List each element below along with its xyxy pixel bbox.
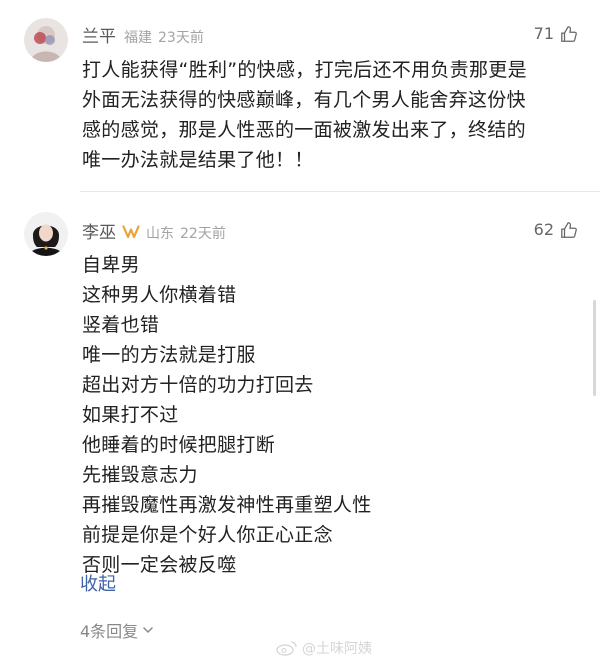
comment-line: 否则一定会被反噬 (82, 554, 237, 576)
comment-line: 这种男人你横着错 (82, 284, 237, 306)
collapse-link[interactable]: 收起 (80, 570, 116, 596)
like-button[interactable]: 62 (534, 220, 578, 239)
comment-text: 自卑男 这种男人你横着错 竖着也错 唯一的方法就是打服 超出对方十倍的功力打回去… (82, 250, 372, 580)
comment-location: 福建 (124, 30, 152, 46)
comment-text: 打人能获得“胜利”的快感，打完后还不用负责那更是 外面无法获得的快感巅峰，有几个… (82, 55, 527, 175)
comment-line: 如果打不过 (82, 404, 179, 426)
comment-line: 外面无法获得的快感巅峰，有几个男人能舍弃这份快 (82, 89, 526, 111)
replies-label: 4条回复 (80, 622, 139, 641)
avatar[interactable] (24, 18, 68, 62)
comment-line: 前提是你是个好人你正心正念 (82, 524, 333, 546)
comment-line: 先摧毁意志力 (82, 464, 198, 486)
commenter-name[interactable]: 李巫 (82, 218, 116, 243)
comment-line: 唯一的方法就是打服 (82, 344, 256, 366)
comment-line: 感的感觉，那是人性恶的一面被激发出来了，终结的 (82, 119, 526, 141)
replies-toggle[interactable]: 4条回复 (80, 618, 154, 642)
weibo-logo-icon (276, 641, 297, 656)
comment-line: 自卑男 (82, 254, 140, 276)
like-count: 62 (533, 220, 554, 239)
user-avatar-icon (24, 18, 68, 62)
like-button[interactable]: 71 (534, 24, 578, 43)
comment-line: 打人能获得“胜利”的快感，打完后还不用负责那更是 (82, 59, 527, 81)
vip-badge-icon (122, 225, 140, 239)
thumbs-up-icon (561, 221, 577, 238)
comment-item: 兰平 福建 23天前 71 打人能获得“胜利”的快感，打完后还不用负责那更是 外… (0, 0, 600, 192)
comment-location: 山东 (146, 226, 174, 242)
watermark-text: @土味阿姨 (302, 641, 372, 657)
commenter-name[interactable]: 兰平 (82, 22, 116, 47)
avatar[interactable] (24, 212, 68, 256)
thumbs-up-icon (561, 25, 577, 42)
comment-line: 他睡着的时候把腿打断 (82, 434, 276, 456)
user-avatar-icon (24, 212, 68, 256)
chevron-down-icon (143, 627, 153, 633)
comment-line: 竖着也错 (82, 314, 160, 336)
comment-line: 再摧毁魔性再激发神性再重塑人性 (82, 494, 372, 516)
watermark: @土味阿姨 (276, 638, 372, 658)
scrollbar[interactable] (593, 300, 596, 396)
comment-line: 唯一办法就是结果了他！！ (82, 149, 314, 171)
comment-time: 23天前 (158, 30, 204, 46)
comment-time: 22天前 (180, 226, 226, 242)
like-count: 71 (533, 24, 554, 43)
comment-line: 超出对方十倍的功力打回去 (82, 374, 314, 396)
